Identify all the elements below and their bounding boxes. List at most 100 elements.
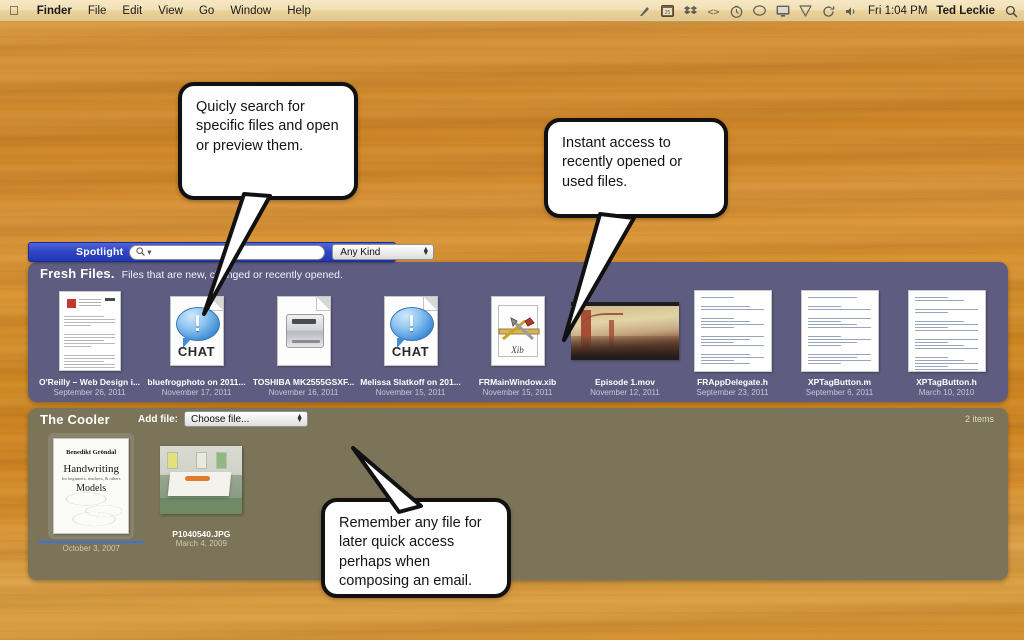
list-item[interactable]: P1040540.JPG March 4, 2009 — [146, 430, 256, 548]
svg-text:25: 25 — [665, 10, 671, 16]
add-file-label: Add file: — [138, 414, 178, 425]
clock-icon[interactable] — [730, 4, 744, 18]
search-icon — [136, 247, 145, 258]
item-count: 2 items — [965, 414, 994, 424]
file-name: bluefrogphoto on 2011... — [147, 377, 245, 387]
list-item[interactable]: Benedikt Gröndal Handwriting for beginne… — [36, 430, 146, 548]
volume-icon[interactable] — [845, 4, 859, 18]
hammer-ruler-icon — [497, 317, 541, 343]
file-thumbnail — [36, 288, 143, 374]
file-name: XPTagButton.m — [808, 377, 871, 387]
interface-builder-icon: Xib — [491, 296, 545, 366]
apple-logo-icon[interactable]:  — [9, 4, 19, 17]
menu-bar:  Finder File Edit View Go Window Help 2… — [0, 0, 1024, 22]
sync-icon[interactable] — [822, 4, 836, 18]
file-date: November 17, 2011 — [162, 388, 232, 397]
cooler-header: The Cooler — [40, 412, 110, 427]
book-title-line-2: for beginners, teachers, & others — [54, 476, 128, 481]
file-thumbnail — [786, 288, 893, 374]
menu-item-finder[interactable]: Finder — [29, 0, 80, 22]
search-icon[interactable] — [1004, 4, 1018, 18]
file-date: October 3, 2007 — [62, 544, 119, 553]
menu-bar-user-name[interactable]: Ted Leckie — [936, 5, 995, 17]
shield-icon[interactable] — [799, 4, 813, 18]
callout-tail-recent — [558, 208, 758, 348]
list-item[interactable]: XPTagButton.m September 6, 2011 — [786, 284, 893, 402]
chat-label: CHAT — [171, 344, 223, 359]
file-date: March 4, 2009 — [176, 539, 227, 548]
fresh-files-panel: Fresh Files. Files that are new, changed… — [28, 262, 1008, 402]
callout-search: Quicly search for specific files and ope… — [178, 82, 358, 200]
fresh-files-title: Fresh Files. — [40, 266, 115, 281]
file-date: November 15, 2011 — [376, 388, 446, 397]
cooler-files-list: Benedikt Gröndal Handwriting for beginne… — [28, 430, 1008, 548]
file-date: September 26, 2011 — [54, 388, 126, 397]
file-thumbnail: Benedikt Gröndal Handwriting for beginne… — [36, 434, 146, 538]
food — [185, 476, 210, 481]
menu-bar-clock[interactable]: Fri 1:04 PM — [868, 5, 927, 17]
window-left — [167, 452, 178, 470]
chevron-down-icon: ▾ — [147, 247, 151, 258]
menu-item-go[interactable]: Go — [191, 0, 222, 22]
file-thumbnail: Xib — [464, 288, 571, 374]
file-thumbnail — [893, 288, 1000, 374]
menu-item-edit[interactable]: Edit — [114, 0, 150, 22]
window-center — [196, 452, 207, 470]
file-date: September 6, 2011 — [806, 388, 873, 397]
file-date: November 12, 2011 — [590, 388, 660, 397]
photo-thumbnail-icon — [160, 446, 242, 514]
window-right — [216, 452, 227, 470]
callout-text-recent: Instant access to recently opened or use… — [544, 118, 728, 218]
file-date: November 15, 2011 — [483, 388, 553, 397]
file-date: September 23, 2011 — [697, 388, 769, 397]
file-name: Melissa Slatkoff on 201... — [360, 377, 461, 387]
menu-item-view[interactable]: View — [150, 0, 191, 22]
display-icon[interactable] — [776, 4, 790, 18]
cooler-panel: The Cooler Add file: Choose file... ▲▼ 2… — [28, 408, 1008, 580]
list-item[interactable]: O'Reilly – Web Design i... September 26,… — [36, 284, 143, 402]
handwriting-scribble — [60, 485, 122, 527]
menu-item-file[interactable]: File — [80, 0, 115, 22]
menu-bar-status-area: 25 <> — [638, 0, 1018, 22]
spotlight-label: Spotlight — [76, 246, 123, 258]
speech-bubble-icon[interactable] — [753, 4, 767, 18]
file-name: P1040540.JPG — [172, 529, 230, 538]
file-thumbnail — [146, 434, 256, 526]
book-author: Benedikt Gröndal — [54, 449, 128, 456]
code-brackets-icon[interactable]: <> — [707, 4, 721, 18]
dropbox-icon[interactable] — [684, 4, 698, 18]
callout-recent: Instant access to recently opened or use… — [544, 118, 728, 218]
svg-text:<>: <> — [708, 7, 720, 17]
file-name: FRAppDelegate.h — [697, 377, 768, 387]
choose-file-select[interactable]: Choose file... ▲▼ — [184, 411, 308, 427]
callout-tail-remember — [347, 442, 487, 522]
document-icon — [59, 291, 121, 371]
book-cover-icon: Benedikt Gröndal Handwriting for beginne… — [53, 438, 129, 534]
file-date: March 10, 2010 — [919, 388, 975, 397]
fresh-files-list: O'Reilly – Web Design i... September 26,… — [28, 284, 1008, 402]
file-name: Handwriting Models.pdf — [38, 541, 144, 543]
list-item[interactable]: Xib FRMainWindow.xib November 15, 2011 — [464, 284, 571, 402]
floor — [160, 498, 242, 514]
callout-remember: Remember any file for later quick access… — [321, 498, 511, 598]
menu-item-help[interactable]: Help — [279, 0, 319, 22]
pen-tool-icon[interactable] — [638, 4, 652, 18]
file-name: XPTagButton.h — [916, 377, 977, 387]
choose-file-value: Choose file... — [191, 414, 249, 425]
add-file-control: Add file: Choose file... ▲▼ — [138, 411, 308, 427]
selected-thumb-tile: Benedikt Gröndal Handwriting for beginne… — [48, 433, 134, 539]
file-date: November 16, 2011 — [269, 388, 339, 397]
callout-tail-search — [198, 190, 398, 320]
calendar-icon[interactable]: 25 — [661, 4, 675, 18]
cooler-title: The Cooler — [40, 412, 110, 427]
menu-item-window[interactable]: Window — [222, 0, 279, 22]
desktop:  Finder File Edit View Go Window Help 2… — [0, 0, 1024, 640]
xib-label: Xib — [492, 345, 544, 355]
source-code-icon — [908, 290, 986, 372]
source-code-icon — [801, 290, 879, 372]
file-name: TOSHIBA MK2555GSXF... — [253, 377, 355, 387]
page-fold-icon — [423, 297, 437, 311]
file-name: O'Reilly – Web Design i... — [39, 377, 140, 387]
list-item[interactable]: XPTagButton.h March 10, 2010 — [893, 284, 1000, 402]
file-name: FRMainWindow.xib — [479, 377, 557, 387]
